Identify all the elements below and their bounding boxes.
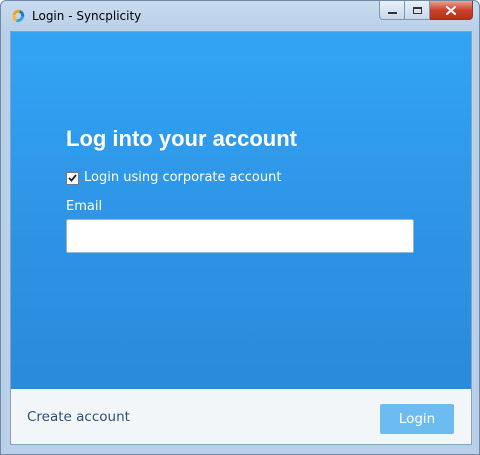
minimize-icon	[387, 12, 397, 14]
corporate-account-checkbox-row[interactable]: Login using corporate account	[66, 170, 281, 186]
maximize-button[interactable]	[405, 1, 430, 20]
close-button[interactable]	[430, 1, 473, 20]
checkmark-icon	[68, 174, 77, 182]
create-account-link[interactable]: Create account	[27, 409, 130, 425]
corporate-account-checkbox[interactable]	[66, 171, 79, 185]
login-window: Login - Syncplicity Log into your accoun…	[0, 0, 480, 455]
window-title: Login - Syncplicity	[32, 9, 142, 23]
footer-bar: Create account Login	[11, 389, 471, 444]
client-area: Log into your account Login using corpor…	[10, 31, 472, 445]
login-button[interactable]: Login	[380, 404, 454, 434]
login-panel: Log into your account Login using corpor…	[11, 32, 471, 389]
maximize-icon	[412, 6, 422, 14]
corporate-account-label: Login using corporate account	[84, 170, 282, 185]
email-label: Email	[66, 199, 103, 214]
email-field[interactable]	[66, 219, 414, 253]
window-controls	[379, 1, 473, 21]
syncplicity-logo-icon	[11, 8, 27, 24]
title-bar[interactable]: Login - Syncplicity	[1, 1, 479, 31]
page-title: Log into your account	[66, 126, 297, 151]
minimize-button[interactable]	[379, 1, 405, 20]
close-icon	[446, 5, 456, 15]
